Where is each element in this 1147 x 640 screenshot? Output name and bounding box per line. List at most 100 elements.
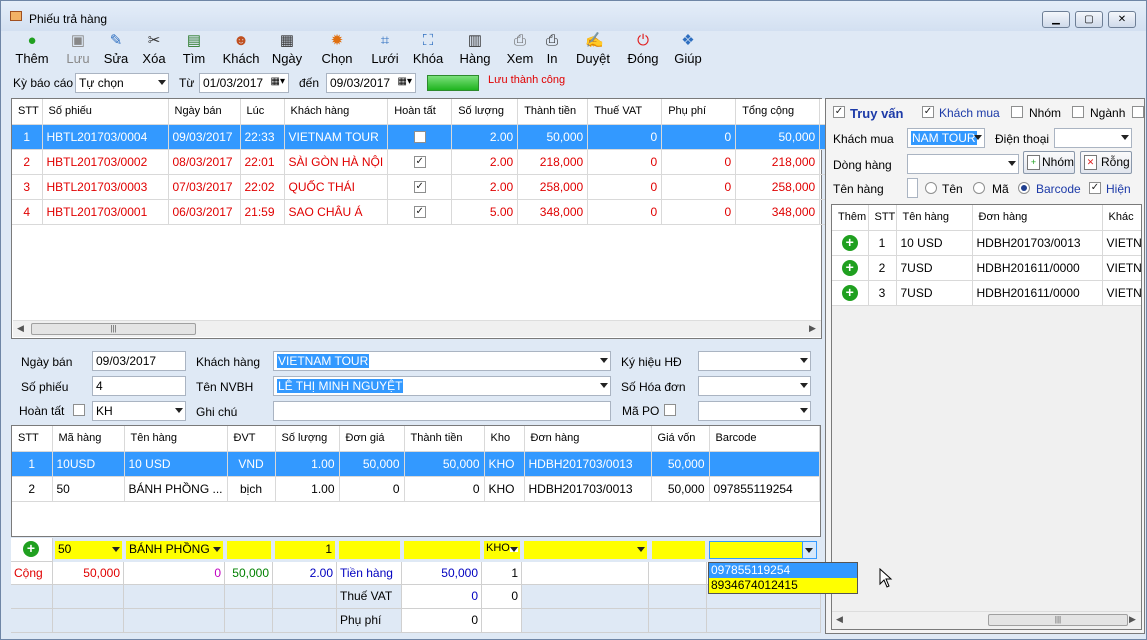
stt-cell[interactable]: 2 <box>868 255 897 281</box>
don-gia-cell[interactable]: 50,000 <box>339 451 405 477</box>
don-hang-cell[interactable]: HDBH201611/0000 <box>972 280 1103 306</box>
stt-cell[interactable]: 1 <box>868 230 897 256</box>
column-header[interactable]: Tên hàng <box>896 205 973 231</box>
column-header[interactable]: Lúc <box>240 99 285 125</box>
toolbar-printer-button[interactable]: ⎙ In <box>539 33 565 71</box>
don-hang-cell[interactable]: HDBH201703/0013 <box>524 451 652 477</box>
luc-cell[interactable]: 22:33 <box>240 124 285 150</box>
add-cell[interactable]: + <box>832 280 869 306</box>
toolbar-lock-button[interactable]: ⛶ Khóa <box>409 33 447 71</box>
toolbar-gear-button[interactable]: ✹ Chọn <box>317 33 357 71</box>
table-row[interactable]: 4 HBTL201703/0001 06/03/2017 21:59 SAO CHÂU … <box>12 199 835 225</box>
table-row[interactable]: +3 7USD HDBH201611/0000 VIETN <box>832 280 1141 306</box>
tong-cong-cell[interactable]: 258,000 <box>735 174 821 200</box>
luc-cell[interactable]: 22:01 <box>240 149 285 175</box>
kho-cell[interactable]: KHO <box>484 451 525 477</box>
ten-hang-cell[interactable]: 10 USD <box>896 230 973 256</box>
dvt-cell[interactable]: VND <box>227 451 276 477</box>
hoan-tat-cell[interactable]: ✓ <box>387 174 453 200</box>
ma-radio[interactable] <box>973 182 985 194</box>
ten-hang-field[interactable] <box>907 178 918 198</box>
add-cell[interactable]: + <box>832 255 869 281</box>
stt-cell[interactable]: 4 <box>12 199 43 225</box>
minimize-button[interactable]: ▁ <box>1042 11 1070 28</box>
tong-cong-cell[interactable]: 348,000 <box>735 199 821 225</box>
ten-radio[interactable] <box>925 182 937 194</box>
ma-hang-cell[interactable]: 10USD <box>52 451 125 477</box>
column-header[interactable]: Thành tiền <box>517 99 589 125</box>
hoan-tat-checkbox[interactable]: ✓ <box>413 206 426 219</box>
stt-cell[interactable]: 1 <box>12 451 53 477</box>
add-cell[interactable]: + <box>832 230 869 256</box>
hoan-tat-checkbox[interactable] <box>413 131 426 144</box>
don-hang-cell[interactable]: HDBH201703/0013 <box>524 476 652 502</box>
thanh-tien-cell[interactable]: 50,000 <box>404 451 485 477</box>
thanh-tien-cell[interactable]: 348,000 <box>517 199 589 225</box>
column-header[interactable]: ĐVT <box>227 426 276 452</box>
dien-thoai-combo[interactable] <box>1054 128 1132 148</box>
column-header[interactable]: Mã hàng <box>52 426 125 452</box>
khach-mua-checkbox[interactable]: ✓ <box>922 106 934 118</box>
khach-cell[interactable]: SÀI GÒN HÀ NỘI <box>284 149 389 175</box>
phu-phi-cell[interactable]: 0 <box>661 199 737 225</box>
column-header[interactable]: STT <box>12 99 43 125</box>
vat-cell[interactable]: 0 <box>587 149 663 175</box>
ten-hang-cell[interactable]: 7USD <box>896 280 973 306</box>
scroll-left-icon[interactable]: ◀ <box>17 323 24 334</box>
edit-ma-hang-combo[interactable]: 50 <box>55 541 122 559</box>
edit-thanh-tien-field[interactable] <box>404 541 480 559</box>
barcode-radio[interactable] <box>1018 182 1030 194</box>
so-luong-cell[interactable]: 2.00 <box>451 149 519 175</box>
barcode-option[interactable]: 097855119254 <box>709 563 857 578</box>
so-phieu-field[interactable]: 4 <box>92 376 186 396</box>
so-luong-cell[interactable]: 1.00 <box>275 476 340 502</box>
column-header[interactable]: Số lượng <box>275 426 340 452</box>
toolbar-calendar-button[interactable]: ▦ Ngày <box>269 33 305 71</box>
hoan-tat-checkbox[interactable]: ✓ <box>413 181 426 194</box>
edit-dvt-field[interactable] <box>227 541 271 559</box>
phu-phi-value[interactable]: 0 <box>402 609 482 633</box>
ma-hang-cell[interactable]: 50 <box>52 476 125 502</box>
column-header[interactable]: Đơn hàng <box>972 205 1103 231</box>
nhom-checkbox[interactable] <box>1011 106 1023 118</box>
barcode-option[interactable]: 8934674012415 <box>709 578 857 593</box>
tong-cong-cell[interactable]: 50,000 <box>735 124 821 150</box>
ma-po-select[interactable] <box>698 401 811 421</box>
hien-checkbox[interactable]: ✓ <box>1089 182 1101 194</box>
scroll-left-icon[interactable]: ◀ <box>836 614 843 625</box>
extra-checkbox[interactable] <box>1132 106 1144 118</box>
vat-value-2[interactable]: 0 <box>482 585 522 609</box>
scroll-thumb[interactable]: ||| <box>31 323 196 335</box>
vat-cell[interactable]: 0 <box>587 174 663 200</box>
table-row[interactable]: 3 HBTL201703/0003 07/03/2017 22:02 QUỐC THÁI… <box>12 174 835 200</box>
toolbar-power-button[interactable]: ⏻ Đóng <box>623 33 663 71</box>
column-header[interactable]: Tên hàng <box>124 426 228 452</box>
truy-van-checkbox[interactable]: ✓ <box>833 106 845 118</box>
toolbar-help-book-button[interactable]: ❖ Giúp <box>671 33 705 71</box>
toolbar-save-button[interactable]: ▣ Lưu <box>63 33 93 71</box>
stt-cell[interactable]: 3 <box>868 280 897 306</box>
khach-cell[interactable]: VIETNAM TOUR <box>284 124 389 150</box>
so-luong-cell[interactable]: 1.00 <box>275 451 340 477</box>
hoan-tat-select[interactable]: KH <box>92 401 186 421</box>
toolbar-delete-button[interactable]: ✂ Xóa <box>139 33 169 71</box>
column-header[interactable]: STT <box>868 205 897 231</box>
column-header[interactable]: Số lượng <box>451 99 519 125</box>
nhom-button[interactable]: + Nhóm <box>1023 151 1075 174</box>
toolbar-add-button[interactable]: ● Thêm <box>11 33 53 71</box>
khach-cell[interactable]: QUỐC THÁI <box>284 174 389 200</box>
hoan-tat-cell[interactable]: ✓ <box>387 149 453 175</box>
dong-hang-combo[interactable] <box>907 154 1019 174</box>
hoan-tat-checkbox[interactable] <box>73 404 85 416</box>
stt-cell[interactable]: 1 <box>12 124 43 150</box>
phu-phi-cell[interactable]: 0 <box>661 174 737 200</box>
ten-hang-cell[interactable]: BÁNH PHỒNG ... <box>124 476 228 502</box>
edit-gia-von-field[interactable] <box>652 541 705 559</box>
don-gia-cell[interactable]: 0 <box>339 476 405 502</box>
table-row[interactable]: +2 7USD HDBH201611/0000 VIETN <box>832 255 1141 281</box>
toolbar-preview-button[interactable]: ⎙ Xem <box>503 33 537 71</box>
so-luong-cell[interactable]: 2.00 <box>451 174 519 200</box>
table-row[interactable]: +1 10 USD HDBH201703/0013 VIETN <box>832 230 1141 256</box>
so-luong-cell[interactable]: 2.00 <box>451 124 519 150</box>
nvbh-combo[interactable]: LÊ THỊ MINH NGUYỆT <box>273 376 611 396</box>
